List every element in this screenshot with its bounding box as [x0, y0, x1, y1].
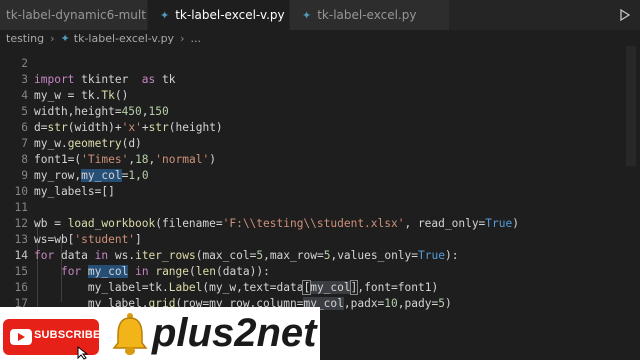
code-line[interactable]: 15 my_label=tk.Label(my_w,text=data[my_c…: [0, 248, 622, 295]
tab-label: tk-label-excel.py: [317, 8, 417, 22]
bell-icon: [112, 313, 148, 355]
code-line[interactable]: 6 my_w.geometry(d): [0, 104, 622, 150]
brand-logo: plus2net: [152, 311, 317, 355]
run-file-button[interactable]: [610, 0, 640, 30]
subscribe-label: SUBSCRIBE: [34, 329, 101, 341]
code-line[interactable]: 16 my_label.grid(row=my_row,column=my_co…: [0, 264, 622, 310]
code-line[interactable]: 17 my_labels.append(my_label): [0, 280, 622, 326]
code-line[interactable]: 7 font1=('Times',18,'normal'): [0, 120, 622, 166]
code-line-current[interactable]: 14 for my_col in range(len(data)):: [0, 232, 622, 278]
tab-tk-label-excel-v[interactable]: ✦ tk-label-excel-v.py: [148, 0, 290, 30]
channel-banner: SUBSCRIBE plus2net: [0, 307, 320, 360]
code-line[interactable]: 8 my_row,my_col=1,0: [0, 136, 622, 182]
run-icon: [620, 8, 631, 22]
code-line[interactable]: 4 width,height=450,150: [0, 72, 622, 118]
code-line[interactable]: 10: [0, 168, 622, 198]
code-line[interactable]: 2 import tkinter as tk: [0, 40, 622, 86]
code-line[interactable]: 13 for data in ws.iter_rows(max_col=5,ma…: [0, 216, 622, 262]
code-line[interactable]: 5 d=str(width)+'x'+str(height): [0, 88, 622, 134]
tab-tk-label-excel[interactable]: ✦ tk-label-excel.py: [290, 0, 450, 30]
python-file-icon: ✦: [302, 8, 312, 22]
minimap[interactable]: [626, 46, 636, 166]
tab-label: tk-label-dynamic6-multi.py: [6, 8, 147, 22]
code-line[interactable]: 3 my_w = tk.Tk(): [0, 56, 622, 102]
tab-tk-label-dynamic6-multi[interactable]: tk-label-dynamic6-multi.py: [0, 0, 148, 30]
code-line[interactable]: 11 wb = load_workbook(filename='F:\\test…: [0, 184, 622, 230]
python-file-icon: ✦: [160, 8, 170, 22]
play-icon: [10, 329, 32, 345]
editor-tab-bar: tk-label-dynamic6-multi.py ✦ tk-label-ex…: [0, 0, 640, 30]
cursor-hand-icon: [77, 346, 89, 360]
code-line[interactable]: 9 my_labels=[]: [0, 152, 622, 198]
tab-label: tk-label-excel-v.py: [175, 8, 285, 22]
code-line[interactable]: 12 ws=wb['student']: [0, 200, 622, 246]
